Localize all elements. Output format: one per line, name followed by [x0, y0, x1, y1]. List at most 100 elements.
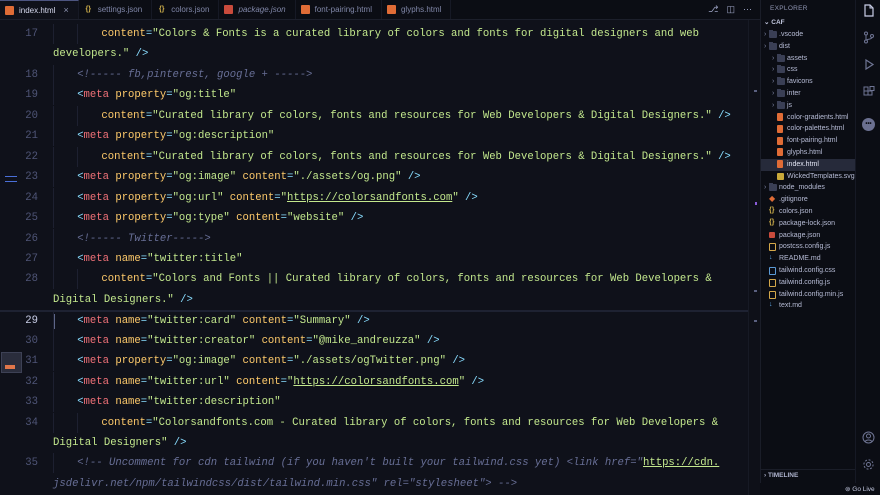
- source-control-icon[interactable]: ⎇: [708, 4, 718, 15]
- code-text: <meta property="og:title": [77, 85, 236, 105]
- code-token: content: [101, 273, 146, 286]
- code-text: content="Colorsandfonts.com - Curated li…: [101, 413, 718, 433]
- code-token: "twitter:title": [147, 252, 243, 265]
- code-text: content="Colors and Fonts || Curated lib…: [101, 269, 711, 289]
- explorer-folder[interactable]: › css: [761, 64, 856, 76]
- explorer-file[interactable]: ↓ text.md: [761, 300, 856, 312]
- explorer-item-label: index.html: [787, 160, 819, 168]
- run-debug-icon[interactable]: [860, 58, 877, 75]
- explorer-file[interactable]: ↓ README.md: [761, 253, 856, 265]
- remote-icon[interactable]: •••: [862, 118, 875, 131]
- explorer-file[interactable]: postcss.config.js: [761, 241, 856, 253]
- tab-label: colors.json: [171, 5, 210, 14]
- broadcast-icon: ⊚: [845, 486, 851, 493]
- code-token: <!----- Twitter----->: [77, 232, 211, 245]
- explorer-file[interactable]: color-palettes.html: [761, 123, 856, 135]
- code-token: meta: [83, 375, 109, 388]
- explorer-item-label: inter: [787, 89, 801, 97]
- code-text: <meta name="twitter:creator" content="@m…: [77, 331, 439, 351]
- html-file-icon: [777, 160, 783, 169]
- tab-package-json[interactable]: package.json: [219, 0, 296, 19]
- code-token: name: [115, 375, 141, 388]
- tab-font-pairing-html[interactable]: font-pairing.html: [296, 0, 382, 19]
- tab-settings-json[interactable]: {} settings.json: [79, 0, 153, 19]
- explorer-file[interactable]: package.json: [761, 230, 856, 242]
- settings-gear-icon[interactable]: [860, 458, 877, 475]
- explorer-file[interactable]: tailwind.config.min.js: [761, 289, 856, 301]
- line-number: 26: [25, 232, 38, 245]
- js-file-icon: [769, 278, 776, 287]
- explorer-item-label: tailwind.config.js: [779, 278, 830, 286]
- code-token: content: [101, 416, 146, 429]
- code-token: content: [242, 355, 288, 368]
- explorer-folder[interactable]: › dist: [761, 41, 856, 53]
- explorer-folder[interactable]: › assets: [761, 53, 856, 65]
- code-token: meta: [83, 171, 109, 184]
- explorer-file[interactable]: ◆ .gitignore: [761, 194, 856, 206]
- tab-colors-json[interactable]: {} colors.json: [152, 0, 220, 19]
- code-token: content: [101, 28, 146, 40]
- explorer-item-label: colors.json: [779, 207, 813, 215]
- line-number: 34: [25, 416, 38, 429]
- explorer-item-label: .vscode: [779, 31, 804, 38]
- explorer-file[interactable]: color-gradients.html: [761, 112, 856, 124]
- explorer-file[interactable]: glyphs.html: [761, 147, 856, 159]
- extensions-icon[interactable]: [860, 86, 877, 103]
- code-token: meta: [83, 130, 109, 143]
- source-control-icon[interactable]: [860, 31, 877, 48]
- explorer-folder[interactable]: › js: [761, 100, 856, 112]
- account-icon[interactable]: [860, 431, 877, 448]
- go-live-button[interactable]: ⊚ Go Live: [845, 485, 875, 493]
- code-token: "twitter:url": [147, 375, 230, 388]
- explorer-file[interactable]: index.html: [761, 158, 856, 171]
- explorer-file[interactable]: tailwind.config.css: [761, 265, 856, 277]
- code-token: "Curated library of colors, fonts and re…: [152, 150, 712, 163]
- timeline-section[interactable]: › TIMELINE: [761, 469, 859, 482]
- explorer-file[interactable]: {} package-lock.json: [761, 218, 856, 230]
- explorer-file[interactable]: font-pairing.html: [761, 135, 856, 147]
- code-token: property: [115, 355, 167, 368]
- code-token: https://colorsandfonts.com: [287, 191, 453, 204]
- more-actions-icon[interactable]: ⋯: [743, 4, 752, 15]
- folder-icon: [777, 88, 785, 97]
- explorer-item-label: text.md: [779, 302, 802, 310]
- indent-guide: [77, 412, 79, 433]
- folder-icon: [769, 30, 777, 38]
- explorer-file[interactable]: tailwind.config.js: [761, 277, 856, 289]
- scroll-marker: [755, 202, 757, 205]
- line-number: 30: [25, 334, 38, 347]
- explorer-folder[interactable]: › favicons: [761, 76, 856, 88]
- code-text: <meta name="twitter:url" content="https:…: [77, 372, 484, 392]
- explorer-root-folder[interactable]: ⌄ CAF: [761, 17, 856, 29]
- tab-index-html[interactable]: index.html ×: [0, 0, 79, 19]
- explorer-folder[interactable]: › .vscode: [761, 29, 856, 41]
- explorer-folder[interactable]: › inter: [761, 88, 856, 100]
- code-token: content: [229, 191, 275, 204]
- line-number: 17: [25, 28, 38, 40]
- explorer-item-label: WickedTemplates.svg: [787, 172, 855, 180]
- code-token: developers.": [53, 48, 130, 61]
- code-line[interactable]: 29 <meta name="twitter:card" content="Sum…: [0, 310, 760, 332]
- close-tab-icon[interactable]: ×: [63, 5, 68, 15]
- folder-icon: [769, 183, 777, 192]
- line-number: 25: [25, 212, 38, 225]
- explorer-file[interactable]: {} colors.json: [761, 206, 856, 218]
- explorer-item-label: color-palettes.html: [787, 125, 845, 133]
- scroll-marker: [754, 290, 757, 292]
- explorer-item-label: css: [787, 66, 798, 74]
- split-editor-icon[interactable]: ◫: [726, 4, 735, 15]
- explorer-folder[interactable]: › node_modules: [761, 182, 856, 194]
- code-token: "og:type": [172, 212, 230, 225]
- html-file-icon: [777, 124, 783, 133]
- indent-guide: [53, 105, 54, 126]
- go-live-label: Go Live: [852, 486, 875, 493]
- chevron-right-icon: ›: [764, 42, 767, 50]
- tab-glyphs-html[interactable]: glyphs.html: [382, 0, 452, 19]
- chevron-right-icon: ›: [772, 101, 775, 109]
- code-text: Digital Designers" />: [53, 433, 187, 453]
- code-editor[interactable]: 17 content="Colors & Fonts is a curated l…: [0, 20, 760, 495]
- indent-guide: [77, 105, 79, 126]
- folder-icon: [777, 77, 785, 86]
- explorer-file[interactable]: WickedTemplates.svg: [761, 171, 856, 183]
- files-icon[interactable]: [860, 4, 877, 21]
